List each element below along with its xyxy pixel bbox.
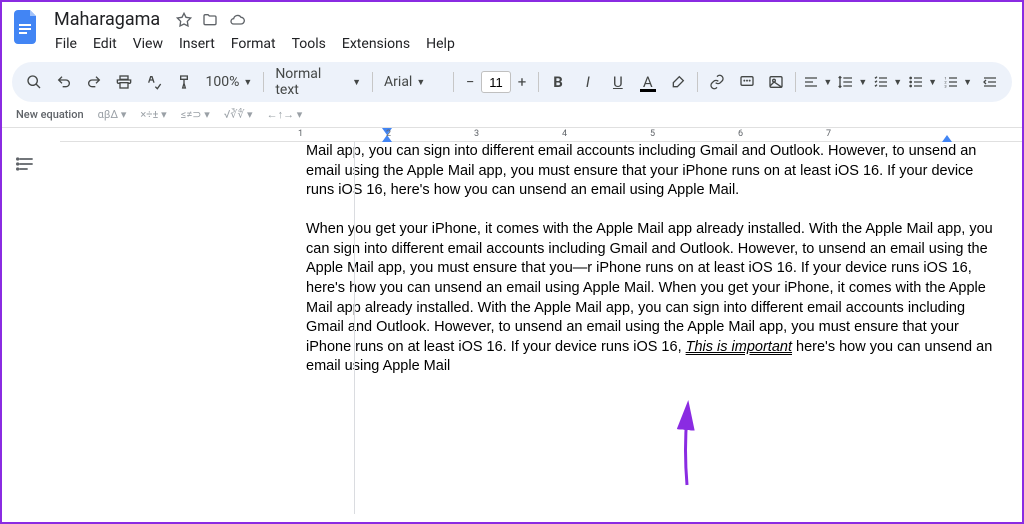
bold-icon[interactable]: B <box>544 68 572 96</box>
zoom-dropdown[interactable]: 100%▼ <box>200 68 259 96</box>
page-edge <box>354 142 355 514</box>
svg-text:3: 3 <box>944 83 946 88</box>
menu-view[interactable]: View <box>126 32 170 56</box>
star-icon[interactable] <box>176 12 192 28</box>
font-size-increase[interactable]: + <box>511 71 533 93</box>
ruler-number: 1 <box>298 129 303 139</box>
docs-logo[interactable] <box>14 10 40 44</box>
equation-toolbar: New equation αβΔ ▾ ×÷± ▾ ≤≠⊃ ▾ √∛∜ ▾ ←↑→… <box>2 102 1022 128</box>
underline-icon[interactable]: U <box>604 68 632 96</box>
spellcheck-icon[interactable] <box>140 68 168 96</box>
text-color-icon[interactable]: A <box>634 68 662 96</box>
eq-greek[interactable]: αβΔ ▾ <box>98 108 127 121</box>
document-page[interactable]: Mail app, you can sign into different em… <box>298 142 1008 377</box>
move-icon[interactable] <box>202 12 218 28</box>
paint-format-icon[interactable] <box>170 68 198 96</box>
italic-icon[interactable]: I <box>574 68 602 96</box>
link-icon[interactable] <box>703 68 731 96</box>
align-dropdown[interactable]: ▼ <box>801 68 834 96</box>
menu-insert[interactable]: Insert <box>172 32 222 56</box>
outline-toggle-icon[interactable] <box>16 163 36 178</box>
menu-file[interactable]: File <box>48 32 84 56</box>
ruler-number: 3 <box>474 129 479 139</box>
line-spacing-dropdown[interactable]: ▼ <box>836 68 869 96</box>
menu-format[interactable]: Format <box>224 32 283 56</box>
document-title[interactable]: Maharagama <box>48 8 166 31</box>
paragraph-text: When you get your iPhone, it comes with … <box>306 221 993 354</box>
comment-icon[interactable] <box>733 68 761 96</box>
emphasized-text: This is important <box>686 339 792 355</box>
eq-operators[interactable]: ×÷± ▾ <box>140 108 166 121</box>
undo-icon[interactable] <box>50 68 78 96</box>
eq-radicals[interactable]: √∛∜ ▾ <box>224 108 253 121</box>
highlight-icon[interactable] <box>664 68 692 96</box>
eq-relations[interactable]: ≤≠⊃ ▾ <box>181 108 210 121</box>
annotation-arrow <box>672 410 702 494</box>
style-dropdown[interactable]: Normal text▼ <box>269 68 367 96</box>
cloud-icon[interactable] <box>228 12 246 28</box>
toolbar: 100%▼ Normal text▼ Arial▼ − + B I U A ▼ … <box>12 62 1012 102</box>
ruler-number: 2 <box>386 129 391 139</box>
eq-arrows[interactable]: ←↑→ ▾ <box>267 108 303 121</box>
menu-extensions[interactable]: Extensions <box>335 32 417 56</box>
menu-help[interactable]: Help <box>419 32 462 56</box>
font-dropdown[interactable]: Arial▼ <box>378 68 448 96</box>
print-icon[interactable] <box>110 68 138 96</box>
redo-icon[interactable] <box>80 68 108 96</box>
paragraph-text: Mail app, you can sign into different em… <box>306 143 976 198</box>
font-size-decrease[interactable]: − <box>459 71 481 93</box>
ruler-number: 6 <box>738 129 743 139</box>
ruler-number: 5 <box>650 129 655 139</box>
image-icon[interactable] <box>762 68 790 96</box>
bulleted-list-dropdown[interactable]: ▼ <box>906 68 939 96</box>
menu-tools[interactable]: Tools <box>285 32 333 56</box>
numbered-list-dropdown[interactable]: 123▼ <box>941 68 974 96</box>
new-equation-button[interactable]: New equation <box>16 108 84 121</box>
menu-bar: File Edit View Insert Format Tools Exten… <box>48 32 462 56</box>
ruler-number: 4 <box>562 129 567 139</box>
font-size-input[interactable] <box>481 71 511 93</box>
ruler-number: 7 <box>826 129 831 139</box>
checklist-dropdown[interactable]: ▼ <box>871 68 904 96</box>
indent-decrease-icon[interactable] <box>976 68 1004 96</box>
menu-edit[interactable]: Edit <box>86 32 124 56</box>
search-icon[interactable] <box>20 68 48 96</box>
ruler[interactable]: 1 2 3 4 5 6 7 <box>60 128 1022 142</box>
